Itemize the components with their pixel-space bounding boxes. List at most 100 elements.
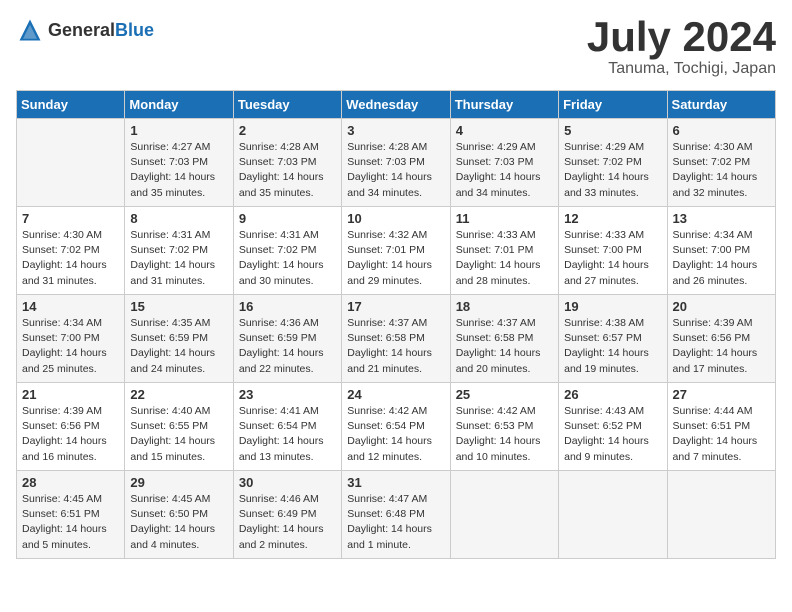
day-number: 11 bbox=[456, 211, 553, 226]
calendar-cell: 12 Sunrise: 4:33 AMSunset: 7:00 PMDayligh… bbox=[559, 207, 667, 295]
calendar-table: SundayMondayTuesdayWednesdayThursdayFrid… bbox=[16, 90, 776, 559]
day-number: 18 bbox=[456, 299, 553, 314]
location-subtitle: Tanuma, Tochigi, Japan bbox=[587, 60, 776, 78]
calendar-cell: 9 Sunrise: 4:31 AMSunset: 7:02 PMDaylight… bbox=[233, 207, 341, 295]
day-number: 14 bbox=[22, 299, 119, 314]
day-number: 28 bbox=[22, 475, 119, 490]
cell-info: Sunrise: 4:31 AMSunset: 7:02 PMDaylight:… bbox=[239, 228, 336, 289]
header-day-wednesday: Wednesday bbox=[342, 91, 450, 119]
calendar-cell: 4 Sunrise: 4:29 AMSunset: 7:03 PMDaylight… bbox=[450, 119, 558, 207]
cell-info: Sunrise: 4:39 AMSunset: 6:56 PMDaylight:… bbox=[22, 404, 119, 465]
cell-info: Sunrise: 4:28 AMSunset: 7:03 PMDaylight:… bbox=[347, 140, 444, 201]
week-row-1: 1 Sunrise: 4:27 AMSunset: 7:03 PMDaylight… bbox=[17, 119, 776, 207]
day-number: 8 bbox=[130, 211, 227, 226]
day-number: 15 bbox=[130, 299, 227, 314]
day-number: 13 bbox=[673, 211, 770, 226]
week-row-5: 28 Sunrise: 4:45 AMSunset: 6:51 PMDayligh… bbox=[17, 471, 776, 559]
week-row-2: 7 Sunrise: 4:30 AMSunset: 7:02 PMDaylight… bbox=[17, 207, 776, 295]
logo-general: General bbox=[48, 20, 115, 40]
calendar-cell: 24Sunrise: 4:42 AMSunset: 6:54 PMDayligh… bbox=[342, 383, 450, 471]
day-number: 22 bbox=[130, 387, 227, 402]
day-number: 6 bbox=[673, 123, 770, 138]
calendar-cell: 28 Sunrise: 4:45 AMSunset: 6:51 PMDayligh… bbox=[17, 471, 125, 559]
day-number: 12 bbox=[564, 211, 661, 226]
day-number: 4 bbox=[456, 123, 553, 138]
cell-info: Sunrise: 4:46 AMSunset: 6:49 PMDaylight:… bbox=[239, 492, 336, 553]
day-number: 16 bbox=[239, 299, 336, 314]
day-number: 9 bbox=[239, 211, 336, 226]
header-day-friday: Friday bbox=[559, 91, 667, 119]
calendar-cell: 30 Sunrise: 4:46 AMSunset: 6:49 PMDayligh… bbox=[233, 471, 341, 559]
cell-info: Sunrise: 4:32 AMSunset: 7:01 PMDaylight:… bbox=[347, 228, 444, 289]
calendar-cell: 5 Sunrise: 4:29 AMSunset: 7:02 PMDaylight… bbox=[559, 119, 667, 207]
calendar-cell: 6 Sunrise: 4:30 AMSunset: 7:02 PMDaylight… bbox=[667, 119, 775, 207]
calendar-cell: 13 Sunrise: 4:34 AMSunset: 7:00 PMDayligh… bbox=[667, 207, 775, 295]
header-day-sunday: Sunday bbox=[17, 91, 125, 119]
cell-info: Sunrise: 4:35 AMSunset: 6:59 PMDaylight:… bbox=[130, 316, 227, 377]
week-row-3: 14 Sunrise: 4:34 AMSunset: 7:00 PMDayligh… bbox=[17, 295, 776, 383]
calendar-cell: 21 Sunrise: 4:39 AMSunset: 6:56 PMDayligh… bbox=[17, 383, 125, 471]
cell-info: Sunrise: 4:37 AMSunset: 6:58 PMDaylight:… bbox=[456, 316, 553, 377]
calendar-cell: 22 Sunrise: 4:40 AMSunset: 6:55 PMDayligh… bbox=[125, 383, 233, 471]
calendar-cell: 17Sunrise: 4:37 AMSunset: 6:58 PMDayligh… bbox=[342, 295, 450, 383]
cell-info: Sunrise: 4:29 AMSunset: 7:02 PMDaylight:… bbox=[564, 140, 661, 201]
cell-info: Sunrise: 4:42 AMSunset: 6:54 PMDaylight:… bbox=[347, 404, 444, 465]
cell-info: Sunrise: 4:33 AMSunset: 7:01 PMDaylight:… bbox=[456, 228, 553, 289]
calendar-body: 1 Sunrise: 4:27 AMSunset: 7:03 PMDaylight… bbox=[17, 119, 776, 559]
cell-info: Sunrise: 4:47 AMSunset: 6:48 PMDaylight:… bbox=[347, 492, 444, 553]
day-number: 30 bbox=[239, 475, 336, 490]
calendar-cell: 20 Sunrise: 4:39 AMSunset: 6:56 PMDayligh… bbox=[667, 295, 775, 383]
calendar-cell: 11 Sunrise: 4:33 AMSunset: 7:01 PMDayligh… bbox=[450, 207, 558, 295]
cell-info: Sunrise: 4:40 AMSunset: 6:55 PMDaylight:… bbox=[130, 404, 227, 465]
calendar-cell: 18 Sunrise: 4:37 AMSunset: 6:58 PMDayligh… bbox=[450, 295, 558, 383]
calendar-header-row: SundayMondayTuesdayWednesdayThursdayFrid… bbox=[17, 91, 776, 119]
day-number: 17 bbox=[347, 299, 444, 314]
day-number: 7 bbox=[22, 211, 119, 226]
day-number: 23 bbox=[239, 387, 336, 402]
cell-info: Sunrise: 4:27 AMSunset: 7:03 PMDaylight:… bbox=[130, 140, 227, 201]
title-block: July 2024 Tanuma, Tochigi, Japan bbox=[587, 16, 776, 78]
calendar-cell: 14 Sunrise: 4:34 AMSunset: 7:00 PMDayligh… bbox=[17, 295, 125, 383]
day-number: 1 bbox=[130, 123, 227, 138]
day-number: 31 bbox=[347, 475, 444, 490]
cell-info: Sunrise: 4:45 AMSunset: 6:51 PMDaylight:… bbox=[22, 492, 119, 553]
calendar-cell: 26Sunrise: 4:43 AMSunset: 6:52 PMDayligh… bbox=[559, 383, 667, 471]
logo-text: GeneralBlue bbox=[48, 20, 154, 41]
calendar-cell: 1 Sunrise: 4:27 AMSunset: 7:03 PMDaylight… bbox=[125, 119, 233, 207]
calendar-cell: 15 Sunrise: 4:35 AMSunset: 6:59 PMDayligh… bbox=[125, 295, 233, 383]
cell-info: Sunrise: 4:39 AMSunset: 6:56 PMDaylight:… bbox=[673, 316, 770, 377]
header-day-saturday: Saturday bbox=[667, 91, 775, 119]
header-day-tuesday: Tuesday bbox=[233, 91, 341, 119]
day-number: 19 bbox=[564, 299, 661, 314]
day-number: 20 bbox=[673, 299, 770, 314]
calendar-cell: 19Sunrise: 4:38 AMSunset: 6:57 PMDayligh… bbox=[559, 295, 667, 383]
calendar-cell: 25Sunrise: 4:42 AMSunset: 6:53 PMDayligh… bbox=[450, 383, 558, 471]
day-number: 2 bbox=[239, 123, 336, 138]
day-number: 25 bbox=[456, 387, 553, 402]
calendar-cell bbox=[667, 471, 775, 559]
day-number: 27 bbox=[673, 387, 770, 402]
calendar-cell: 8Sunrise: 4:31 AMSunset: 7:02 PMDaylight… bbox=[125, 207, 233, 295]
calendar-cell bbox=[450, 471, 558, 559]
cell-info: Sunrise: 4:30 AMSunset: 7:02 PMDaylight:… bbox=[673, 140, 770, 201]
cell-info: Sunrise: 4:43 AMSunset: 6:52 PMDaylight:… bbox=[564, 404, 661, 465]
cell-info: Sunrise: 4:44 AMSunset: 6:51 PMDaylight:… bbox=[673, 404, 770, 465]
calendar-cell bbox=[559, 471, 667, 559]
month-title: July 2024 bbox=[587, 16, 776, 58]
cell-info: Sunrise: 4:33 AMSunset: 7:00 PMDaylight:… bbox=[564, 228, 661, 289]
cell-info: Sunrise: 4:34 AMSunset: 7:00 PMDaylight:… bbox=[673, 228, 770, 289]
calendar-cell: 10Sunrise: 4:32 AMSunset: 7:01 PMDayligh… bbox=[342, 207, 450, 295]
cell-info: Sunrise: 4:34 AMSunset: 7:00 PMDaylight:… bbox=[22, 316, 119, 377]
cell-info: Sunrise: 4:28 AMSunset: 7:03 PMDaylight:… bbox=[239, 140, 336, 201]
cell-info: Sunrise: 4:29 AMSunset: 7:03 PMDaylight:… bbox=[456, 140, 553, 201]
calendar-cell: 23 Sunrise: 4:41 AMSunset: 6:54 PMDayligh… bbox=[233, 383, 341, 471]
page-header: GeneralBlue July 2024 Tanuma, Tochigi, J… bbox=[16, 16, 776, 78]
calendar-cell: 27 Sunrise: 4:44 AMSunset: 6:51 PMDayligh… bbox=[667, 383, 775, 471]
cell-info: Sunrise: 4:45 AMSunset: 6:50 PMDaylight:… bbox=[130, 492, 227, 553]
cell-info: Sunrise: 4:41 AMSunset: 6:54 PMDaylight:… bbox=[239, 404, 336, 465]
day-number: 5 bbox=[564, 123, 661, 138]
day-number: 21 bbox=[22, 387, 119, 402]
calendar-cell: 3 Sunrise: 4:28 AMSunset: 7:03 PMDaylight… bbox=[342, 119, 450, 207]
day-number: 3 bbox=[347, 123, 444, 138]
cell-info: Sunrise: 4:30 AMSunset: 7:02 PMDaylight:… bbox=[22, 228, 119, 289]
